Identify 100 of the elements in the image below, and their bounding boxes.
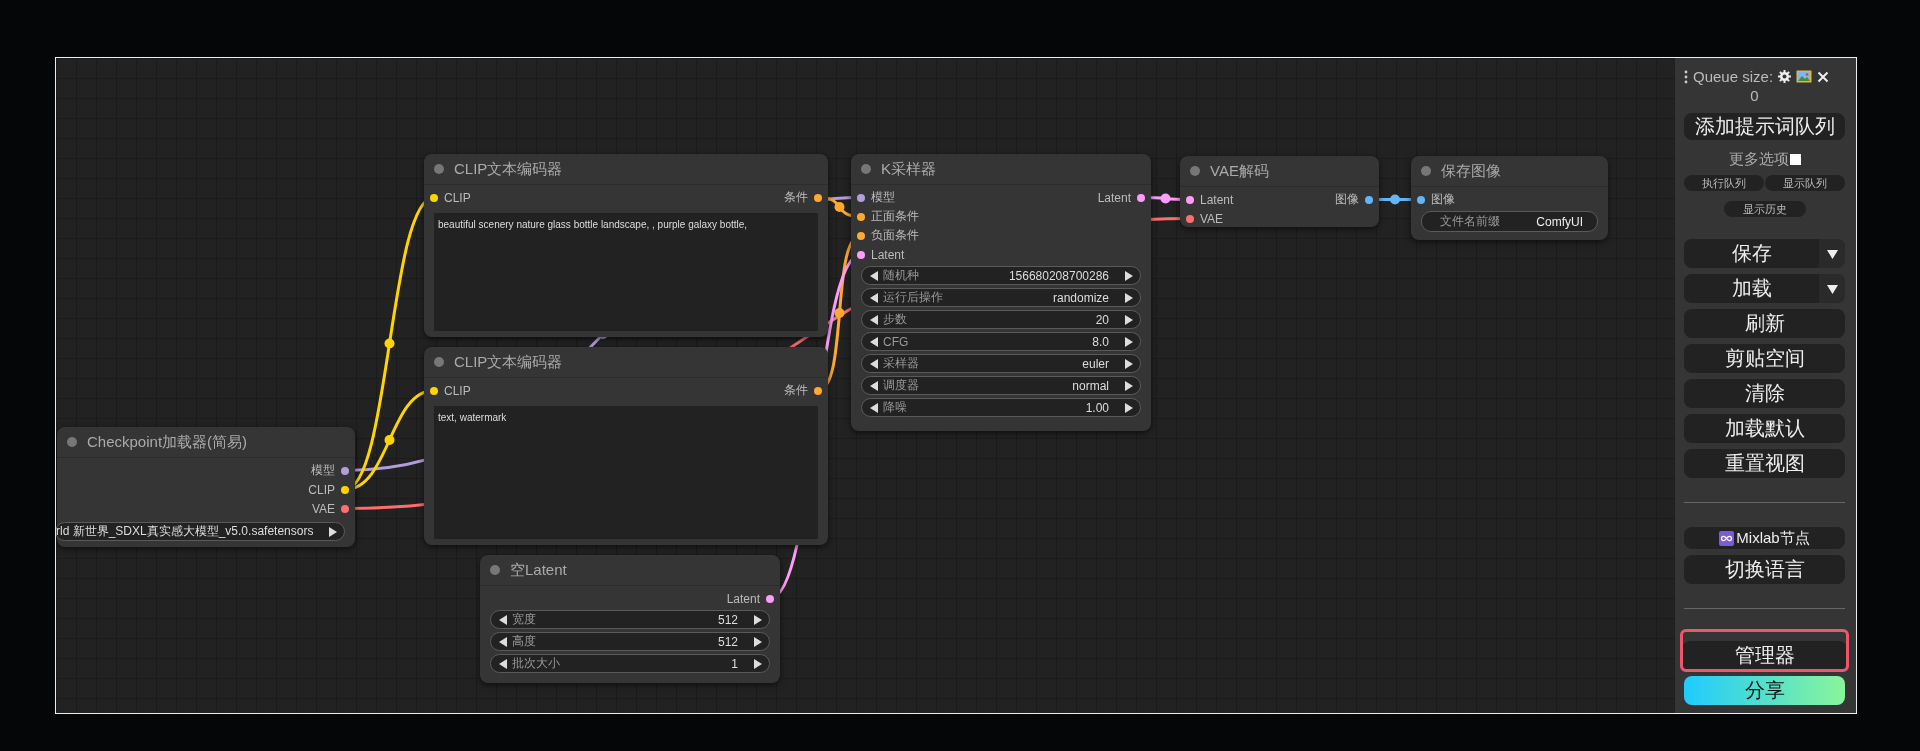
number-widget[interactable]: 采样器 euler: [861, 354, 1141, 373]
close-icon[interactable]: [1817, 70, 1830, 83]
input-slot-dot[interactable]: [1417, 195, 1425, 204]
number-widget[interactable]: 随机种 156680208700286: [861, 266, 1141, 285]
node-card[interactable]: CLIP文本编码器 CLIP 条件 text, watermark: [424, 347, 828, 545]
number-widget[interactable]: 批次大小 1: [490, 654, 770, 673]
slot-label: 正面条件: [871, 208, 919, 225]
right-arrow-icon[interactable]: [1123, 335, 1134, 348]
left-arrow-icon[interactable]: [868, 357, 879, 370]
node-dot-icon: [67, 437, 77, 447]
node-dot-icon: [861, 164, 871, 174]
node-card[interactable]: 空Latent Latent 宽度 512 高度 512 批次大小 1: [480, 555, 780, 683]
right-arrow-icon[interactable]: [1123, 291, 1134, 304]
more-options-checkbox[interactable]: [1789, 154, 1801, 166]
slot-label: 条件: [784, 382, 808, 399]
node-card[interactable]: K采样器 模型 Latent 正面条件 负面条件 Latent 随机种 156680208700286 运行后操作 randomize 步数 20 CFG 8.0 采样器 euler 调度器 normal 降噪 1.00: [851, 154, 1151, 431]
input-slot-dot[interactable]: [857, 231, 865, 240]
node-title: 空Latent: [510, 560, 567, 580]
output-slot-dot[interactable]: [1365, 195, 1373, 204]
menu-button[interactable]: 管理器: [1682, 641, 1847, 670]
slot-label: Latent: [726, 591, 760, 606]
left-arrow-icon[interactable]: [497, 635, 508, 648]
input-slot-dot[interactable]: [1186, 195, 1194, 204]
input-slot-dot[interactable]: [1186, 214, 1194, 223]
image-icon[interactable]: [1796, 70, 1813, 83]
queue-button[interactable]: 执行队列: [1684, 175, 1764, 192]
menu-button[interactable]: 加载默认: [1684, 414, 1845, 444]
drag-handle-icon[interactable]: [1684, 69, 1688, 84]
input-slot-dot[interactable]: [857, 193, 865, 202]
output-slot-dot[interactable]: [341, 466, 349, 475]
slot-label: CLIP: [444, 190, 471, 205]
add-prompt-button[interactable]: 添加提示词队列: [1684, 113, 1845, 141]
right-arrow-icon[interactable]: [752, 635, 763, 648]
queue-button[interactable]: 显示队列: [1765, 175, 1845, 192]
caret-icon: [1826, 248, 1838, 259]
menu-button[interactable]: 剪贴空间: [1684, 344, 1845, 374]
output-slot-dot[interactable]: [341, 485, 349, 494]
number-widget[interactable]: 宽度 512: [490, 610, 770, 629]
input-slot-dot[interactable]: [430, 193, 438, 202]
input-slot-dot[interactable]: [857, 212, 865, 221]
menu-button[interactable]: 清除: [1684, 379, 1845, 409]
left-arrow-icon[interactable]: [868, 335, 879, 348]
history-button[interactable]: 显示历史: [1723, 201, 1806, 218]
infinity-icon: [1719, 530, 1735, 546]
right-arrow-icon[interactable]: [752, 657, 763, 670]
number-widget[interactable]: 步数 20: [861, 310, 1141, 329]
right-arrow-icon[interactable]: [1123, 269, 1134, 282]
slot-label: 图像: [1431, 191, 1455, 208]
input-slot-dot[interactable]: [430, 386, 438, 395]
slot-label: 图像: [1335, 191, 1359, 208]
menu-button[interactable]: 重置视图: [1684, 449, 1845, 479]
number-widget[interactable]: 调度器 normal: [861, 376, 1141, 395]
mixlab-button[interactable]: Mixlab节点: [1684, 527, 1845, 550]
menu-button[interactable]: 刷新: [1684, 309, 1845, 339]
right-arrow-icon[interactable]: [1123, 379, 1134, 392]
left-arrow-icon[interactable]: [868, 401, 879, 414]
output-slot-dot[interactable]: [814, 193, 822, 202]
left-arrow-icon[interactable]: [868, 379, 879, 392]
right-arrow-icon[interactable]: [1123, 401, 1134, 414]
left-arrow-icon[interactable]: [868, 291, 879, 304]
slot-label: CLIP: [444, 383, 471, 398]
right-arrow-icon[interactable]: [752, 613, 763, 626]
queue-size-count: 0: [1750, 87, 1759, 106]
menu-button[interactable]: 切换语言: [1684, 555, 1845, 585]
more-options-label: 更多选项: [1728, 150, 1789, 170]
prompt-field[interactable]: text, watermark: [434, 406, 818, 539]
left-arrow-icon[interactable]: [868, 313, 879, 326]
right-arrow-icon[interactable]: [1123, 357, 1134, 370]
left-arrow-icon[interactable]: [497, 657, 508, 670]
number-widget[interactable]: 降噪 1.00: [861, 398, 1141, 417]
node-title: Checkpoint加载器(简易): [87, 432, 248, 452]
slot-label: 模型: [311, 462, 335, 479]
node-dot-icon: [1190, 166, 1200, 176]
slot-label: VAE: [311, 501, 335, 516]
node-title: 保存图像: [1441, 161, 1501, 181]
output-slot-dot[interactable]: [814, 386, 822, 395]
output-slot-dot[interactable]: [1137, 193, 1145, 202]
left-arrow-icon[interactable]: [868, 269, 879, 282]
prompt-field[interactable]: beautiful scenery nature glass bottle landscape, , purple galaxy bottle,: [434, 213, 818, 331]
settings-icon[interactable]: [1778, 70, 1792, 83]
slot-label: Latent: [1097, 190, 1131, 205]
input-slot-dot[interactable]: [857, 250, 865, 259]
output-slot-dot[interactable]: [766, 594, 774, 603]
left-arrow-icon[interactable]: [497, 613, 508, 626]
share-button[interactable]: 分享: [1684, 676, 1845, 705]
number-widget[interactable]: 高度 512: [490, 632, 770, 651]
model-select[interactable]: rld 新世界_SDXL真实感大模型_v5.0.safetensors: [56, 522, 345, 541]
filename-prefix-field[interactable]: 文件名前缀 ComfyUI: [1421, 211, 1598, 232]
node-card[interactable]: 保存图像 图像 文件名前缀 ComfyUI: [1411, 156, 1608, 240]
number-widget[interactable]: 运行后操作 randomize: [861, 288, 1141, 307]
node-card[interactable]: Checkpoint加载器(简易) 模型 CLIP VAE rld 新世界_SDXL真实感大模型_v5.0.safetensors: [57, 427, 355, 547]
output-slot-dot[interactable]: [341, 504, 349, 513]
number-widget[interactable]: CFG 8.0: [861, 332, 1141, 351]
menu-button[interactable]: 保存: [1684, 239, 1819, 269]
node-card[interactable]: VAE解码 Latent 图像 VAE: [1180, 156, 1379, 227]
caret-icon: [1826, 283, 1838, 294]
menu-button[interactable]: 加载: [1684, 274, 1819, 304]
right-arrow-icon[interactable]: [1123, 313, 1134, 326]
right-arrow-icon[interactable]: [327, 525, 338, 538]
node-card[interactable]: CLIP文本编码器 CLIP 条件 beautiful scenery nature glass bottle landscape, , purple galaxy bottle,: [424, 154, 828, 337]
